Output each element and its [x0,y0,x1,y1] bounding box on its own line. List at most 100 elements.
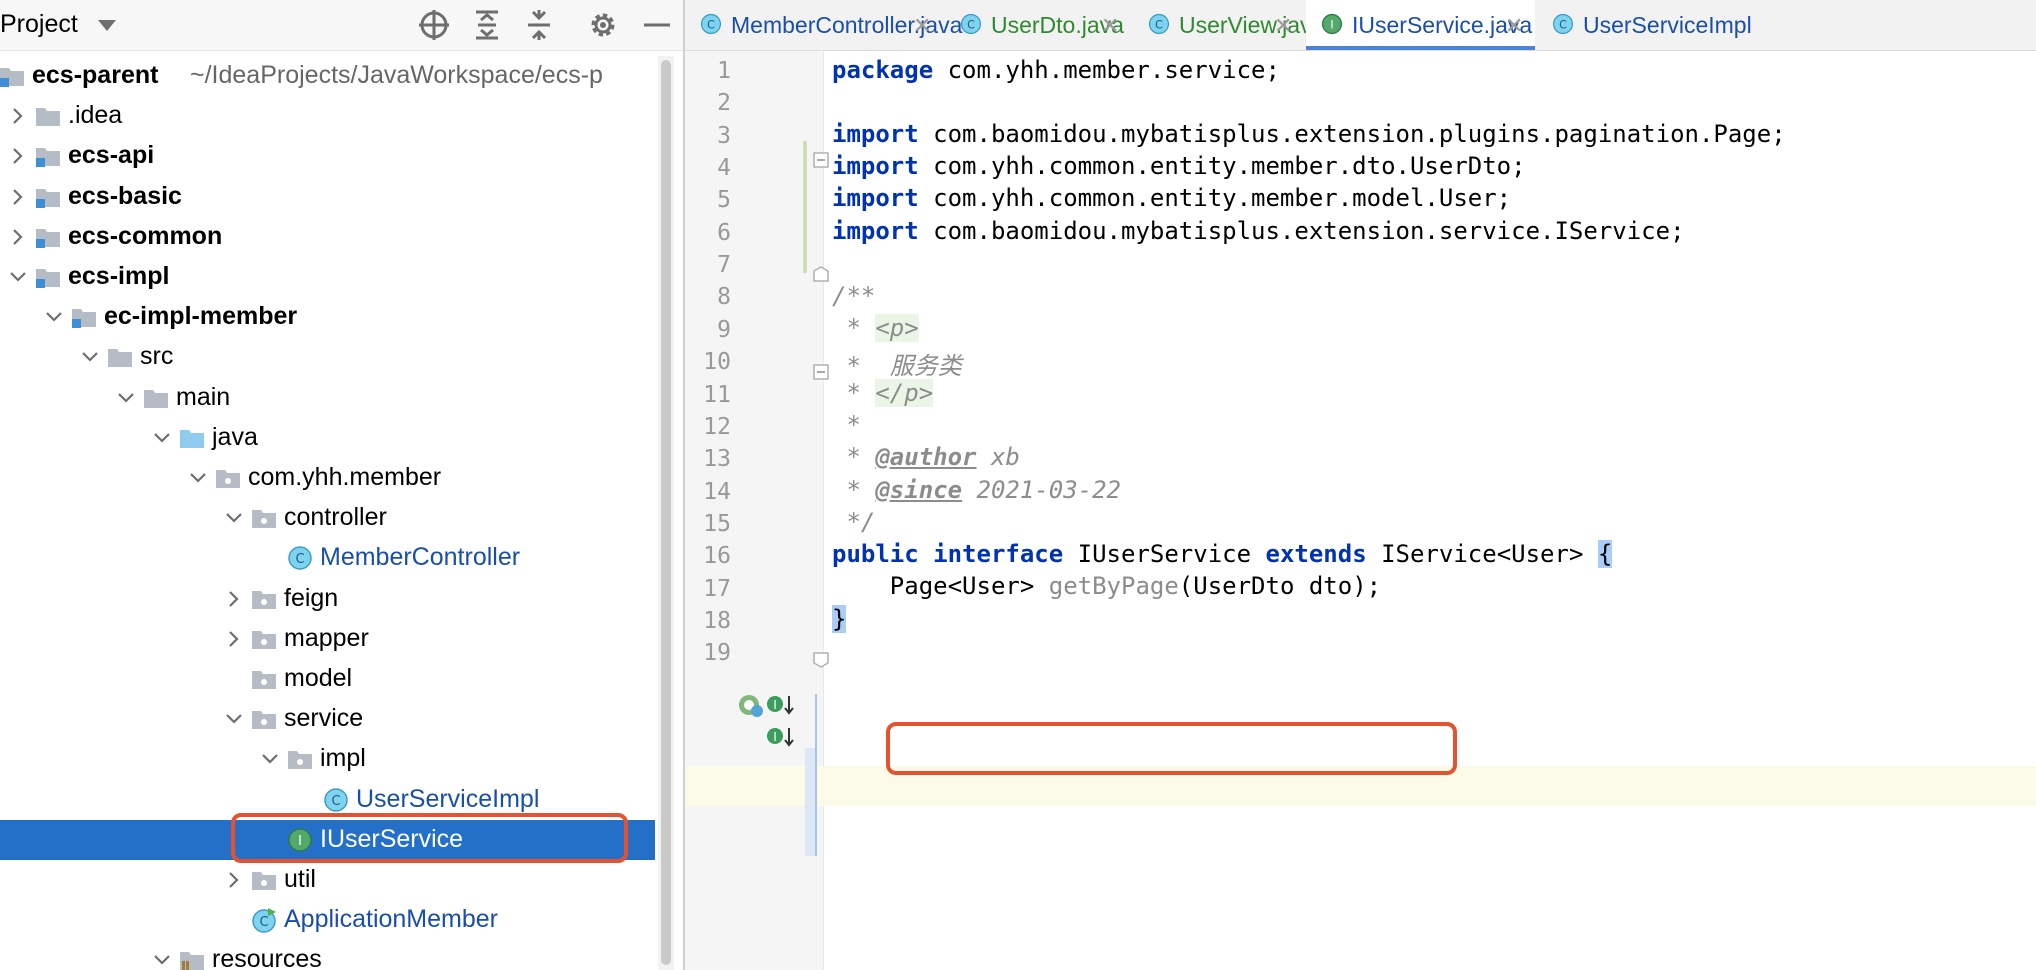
implemented-down-icon[interactable]: I [765,724,795,755]
tree-node-ecs-common[interactable]: ecs-common [0,217,655,257]
chevron-right-icon[interactable] [6,144,30,168]
tree-node-applicationmember[interactable]: C ApplicationMember [0,900,655,940]
tree-node-ecs-basic[interactable]: ecs-basic [0,177,655,217]
tree-node-ecs-api[interactable]: ecs-api [0,136,655,176]
tree-node-model[interactable]: model [0,659,655,699]
spring-bean-icon[interactable] [737,692,763,723]
code-line-8[interactable]: /** [832,282,875,310]
chevron-right-icon[interactable] [222,627,246,651]
chevron-down-icon[interactable] [98,20,116,31]
module-folder-icon [0,62,26,90]
chevron-right-icon[interactable] [6,185,30,209]
tab-label: UserView.java [1179,12,1325,38]
svg-text:C: C [1155,18,1163,31]
chevron-down-icon[interactable] [150,426,174,450]
code-line-3[interactable]: import com.baomidou.mybatisplus.extensio… [832,120,1786,148]
code-line-5[interactable]: import com.yhh.common.entity.member.mode… [832,184,1511,212]
tree-node-idea[interactable]: .idea [0,96,655,136]
close-icon[interactable]: ✕ [913,13,931,39]
tab-userview-java[interactable]: C UserView.java ✕ [1133,0,1324,50]
chevron-down-icon[interactable] [78,345,102,369]
tree-scrollbar-thumb[interactable] [661,60,671,965]
chevron-down-icon[interactable] [222,707,246,731]
code-line-11[interactable]: * </p> [832,379,934,407]
tree-node-impl[interactable]: impl [0,739,655,779]
tree-node-ecs-parent[interactable]: ecs-parent ~/IdeaProjects/JavaWorkspace/e… [0,56,655,96]
code-line-10[interactable]: * 服务类 [832,346,961,381]
line-number: 2 [717,90,731,117]
tree-node-util[interactable]: util [0,860,655,900]
tree-node-ec-impl-member[interactable]: ec-impl-member [0,297,655,337]
keyword: import [832,152,919,180]
tree-node-label: controller [284,503,387,532]
chevron-down-icon[interactable] [222,506,246,530]
locate-icon[interactable] [417,8,451,42]
code-line-12[interactable]: * [832,411,861,439]
tree-node-ecs-impl[interactable]: ecs-impl [0,257,655,297]
implemented-down-icon[interactable]: I [765,692,795,723]
class-icon: C [699,12,723,36]
chevron-down-icon[interactable] [150,948,174,970]
code-line-13[interactable]: * @author xb [832,443,1019,471]
fold-icon[interactable] [812,363,830,386]
collapse-all-icon[interactable] [522,8,556,42]
comment: * [832,411,861,439]
chevron-right-icon[interactable] [6,225,30,249]
code-line-18[interactable]: } [832,605,847,633]
close-icon[interactable]: ✕ [1505,13,1523,39]
chevron-down-icon[interactable] [42,305,66,329]
fold-icon[interactable] [812,651,830,674]
close-icon[interactable]: ✕ [1101,13,1119,39]
svg-text:C: C [295,552,304,567]
keyword: package [832,56,934,84]
minimize-icon[interactable] [640,8,674,42]
chevron-down-icon[interactable] [6,265,30,289]
tree-node-java[interactable]: java [0,418,655,458]
tree-node-label: src [140,342,174,371]
code-line-6[interactable]: import com.baomidou.mybatisplus.extensio… [832,217,1685,245]
tab-userserviceimpl[interactable]: C UserServiceImpl [1537,0,2036,50]
tree-node-com-yhh-member[interactable]: com.yhh.member [0,458,655,498]
expand-all-icon[interactable] [470,8,504,42]
resources-folder-icon [178,946,206,970]
tree-node-label: ec-impl-member [104,302,298,331]
code-text: IUserService [1063,540,1266,568]
tree-node-feign[interactable]: feign [0,579,655,619]
tree-node-controller[interactable]: controller [0,498,655,538]
chevron-down-icon[interactable] [258,747,282,771]
code-text: com.yhh.member.service; [933,56,1280,84]
chevron-down-icon[interactable] [114,386,138,410]
tab-membercontroller-java[interactable]: C MemberController.java ✕ [685,0,962,50]
matched-brace: } [832,605,847,633]
chevron-down-icon[interactable] [186,466,210,490]
code-editor[interactable]: I I 1 2 3 4 5 6 7 8 9 10 11 12 13 14 15 16 17 18 19 packag… [685,51,2036,970]
code-line-17[interactable]: Page<User> getByPage(UserDto dto); [832,572,1381,600]
fold-icon[interactable] [812,151,830,174]
tree-node-membercontroller[interactable]: C MemberController [0,538,655,578]
line-number: 5 [717,187,731,214]
tree-node-mapper[interactable]: mapper [0,619,655,659]
tree-node-resources[interactable]: resources [0,940,655,970]
chevron-right-icon[interactable] [222,587,246,611]
line-number: 17 [703,575,731,602]
tab-iuserservice-java[interactable]: I IUserService.java ✕ [1306,0,1535,50]
code-line-15[interactable]: */ [832,508,875,536]
gear-icon[interactable] [586,8,620,42]
code-line-9[interactable]: * <p> [832,314,919,342]
code-line-1[interactable]: package com.yhh.member.service; [832,56,1280,84]
close-icon[interactable]: ✕ [1274,13,1292,39]
code-line-16[interactable]: public interface IUserService extends IS… [832,540,1613,568]
tree-node-label: util [284,865,316,893]
chevron-right-icon[interactable] [222,868,246,892]
keyword: interface [933,540,1064,568]
comment-html-tag: <p> [875,314,919,342]
chevron-right-icon[interactable] [6,104,30,128]
fold-icon[interactable] [812,265,830,288]
tree-node-main[interactable]: main [0,378,655,418]
tab-userdto-java[interactable]: C UserDto.java ✕ [945,0,1131,50]
tree-node-service[interactable]: service [0,699,655,739]
code-line-14[interactable]: * @since 2021-03-22 [832,476,1121,504]
tree-node-src[interactable]: src [0,337,655,377]
project-view-selector[interactable]: Project [0,10,78,39]
code-line-4[interactable]: import com.yhh.common.entity.member.dto.… [832,152,1526,180]
